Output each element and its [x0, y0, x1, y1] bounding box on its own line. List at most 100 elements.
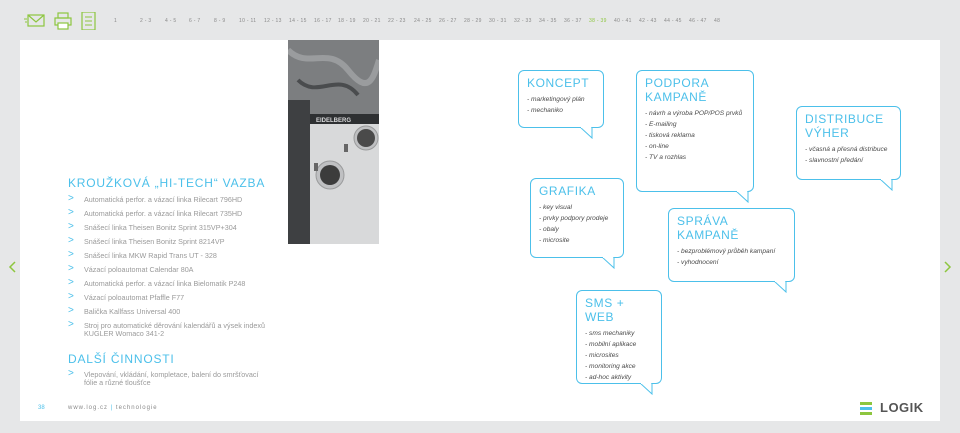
distribuce-bubble: DISTRIBUCE VÝHER - včasná a přesná distr…	[796, 106, 901, 180]
koncept-line: - mechaniko	[527, 107, 563, 114]
chevron-right-icon: >	[68, 263, 74, 274]
page-link[interactable]: 36 - 37	[564, 18, 582, 24]
mail-icon[interactable]	[24, 12, 46, 30]
distribuce-title: DISTRIBUCE VÝHER	[805, 112, 884, 140]
list-item: > Balička Kallfass Universal 400	[68, 305, 268, 322]
page-link[interactable]: 38 - 39	[589, 18, 607, 24]
footer-url: www.log.cz | technologie	[68, 405, 158, 411]
list-item-text: Automatická perfor. a vázací linka Rilec…	[84, 195, 243, 204]
page-link[interactable]: 1	[114, 18, 117, 24]
page-link[interactable]: 4 - 5	[165, 18, 177, 24]
list-item-text: Balička Kallfass Universal 400	[84, 307, 181, 316]
list-item-text: Automatická perfor. a vázací linka Rilec…	[84, 209, 243, 218]
next-page-arrow-icon[interactable]	[944, 260, 952, 273]
page-link[interactable]: 10 - 11	[239, 18, 256, 24]
list-item: > Snášecí linka Theisen Bonitz Sprint 821…	[68, 235, 268, 252]
sms-line: - mobilní aplikace	[585, 341, 637, 348]
koncept-title: KONCEPT	[527, 76, 590, 90]
koncept-tail	[580, 127, 593, 139]
sprava-bubble: SPRÁVA KAMPANĚ - bezproblémový průběh ka…	[668, 208, 795, 282]
brand-text: EIDELBERG	[316, 118, 351, 124]
logo-mark-icon	[860, 402, 872, 415]
page-link[interactable]: 12 - 13	[264, 18, 282, 24]
binding-title: KROUŽKOVÁ „HI-TECH“ VAZBA	[68, 176, 266, 190]
page-link[interactable]: 46 - 47	[689, 18, 707, 24]
list-item-text: Stroj pro automatické děrování kalendářů…	[84, 321, 265, 338]
page-link[interactable]: 24 - 25	[414, 18, 432, 24]
list-item: > Snášecí linka MKW Rapid Trans UT - 328	[68, 249, 268, 266]
chevron-right-icon: >	[68, 277, 74, 288]
koncept-line: - marketingový plán	[527, 96, 585, 103]
chevron-right-icon: >	[68, 319, 74, 330]
page-link[interactable]: 2 - 3	[140, 18, 152, 24]
koncept-bubble: KONCEPT - marketingový plán - mechaniko	[518, 70, 604, 128]
sms-title: SMS + WEB	[585, 296, 625, 324]
sprava-tail	[774, 281, 787, 293]
grafika-line: - obaly	[539, 226, 559, 233]
page-link[interactable]: 48	[714, 18, 720, 24]
chevron-right-icon: >	[68, 249, 74, 260]
page-link[interactable]: 30 - 31	[489, 18, 507, 24]
printer-icon[interactable]	[52, 12, 74, 30]
grafika-line: - key visual	[539, 204, 572, 211]
sms-line: - microsites	[585, 352, 619, 359]
grafika-title: GRAFIKA	[539, 184, 596, 198]
page-link[interactable]: 32 - 33	[514, 18, 532, 24]
chevron-right-icon: >	[68, 193, 74, 204]
chevron-right-icon: >	[68, 207, 74, 218]
grafika-line: - prvky podpory prodeje	[539, 215, 609, 222]
page-link[interactable]: 14 - 15	[289, 18, 307, 24]
grafika-tail	[602, 257, 615, 269]
page-link[interactable]: 18 - 19	[338, 18, 356, 24]
page-link[interactable]: 22 - 23	[388, 18, 406, 24]
page-link[interactable]: 20 - 21	[363, 18, 381, 24]
grafika-bubble: GRAFIKA - key visual - prvky podpory pro…	[530, 178, 624, 258]
website-link[interactable]: www.log.cz	[68, 405, 108, 411]
list-item: > Automatická perfor. a vázací linka Rile…	[68, 193, 268, 210]
logo-text: LOGIK	[880, 400, 924, 415]
prev-page-arrow-icon[interactable]	[8, 260, 16, 273]
page-content: EIDELBERG KROUŽKOVÁ „HI-TECH“ VAZBA > Aut…	[8, 40, 952, 421]
list-item: > Automatická perfor. a vázací linka Biel…	[68, 277, 268, 294]
page-link[interactable]: 6 - 7	[189, 18, 201, 24]
page-link[interactable]: 34 - 35	[539, 18, 557, 24]
podpora-line: - návrh a výroba POP/POS prvků	[645, 110, 743, 117]
document-icon[interactable]	[78, 11, 100, 31]
page-link[interactable]: 40 - 41	[614, 18, 632, 24]
podpora-tail	[736, 191, 749, 203]
top-toolbar: 1 2 - 3 4 - 5 6 - 7 8 - 9 10 - 11 12 - 13 14 - …	[0, 0, 960, 40]
sprava-line: - vyhodnocení	[677, 259, 719, 266]
podpora-line: - on-line	[645, 143, 669, 150]
podpora-title: PODPORA KAMPANĚ	[645, 76, 709, 104]
page-link[interactable]: 8 - 9	[214, 18, 226, 24]
page-number: 38	[38, 405, 45, 411]
distribuce-line: - slavnostní předání	[805, 157, 863, 164]
list-item: > Vlepování, vkládání, kompletace, balení…	[68, 369, 268, 395]
chevron-right-icon: >	[68, 291, 74, 302]
page-link[interactable]: 28 - 29	[464, 18, 482, 24]
sprava-line: - bezproblémový průběh kampaní	[677, 248, 776, 255]
page-link[interactable]: 26 - 27	[439, 18, 457, 24]
podpora-line: - tisková reklama	[645, 132, 695, 139]
list-item-text: Vlepování, vkládání, kompletace, balení …	[84, 370, 259, 387]
podpora-bubble: PODPORA KAMPANĚ - návrh a výroba POP/POS…	[636, 70, 754, 192]
list-item-text: Snášecí linka MKW Rapid Trans UT - 328	[84, 251, 217, 260]
page-link[interactable]: 42 - 43	[639, 18, 657, 24]
grafika-line: - microsite	[539, 237, 570, 244]
list-item: > Automatická perfor. a vázací linka Rile…	[68, 207, 268, 224]
podpora-line: - E-mailing	[645, 121, 677, 128]
page-link[interactable]: 16 - 17	[314, 18, 332, 24]
page-link[interactable]: 44 - 45	[664, 18, 682, 24]
distribuce-tail	[880, 179, 893, 191]
chevron-right-icon: >	[68, 235, 74, 246]
sms-line: - ad-hoc aktivity	[585, 374, 632, 381]
chevron-right-icon: >	[68, 305, 74, 316]
other-title: DALŠÍ ČINNOSTI	[68, 352, 175, 366]
list-item-text: Automatická perfor. a vázací linka Bielo…	[84, 279, 246, 288]
list-item: > Snášecí linka Theisen Bonitz Sprint 315…	[68, 222, 268, 238]
list-item-text: Vázací poloautomat Calendar 80A	[84, 265, 194, 274]
podpora-line: - TV a rozhlas	[645, 154, 687, 161]
sms-line: - monitoring akce	[585, 363, 636, 370]
binding-list: > Automatická perfor. a vázací linka Rile…	[68, 193, 268, 344]
list-item-text: Vázací poloautomat Pfaffle F77	[84, 293, 185, 302]
